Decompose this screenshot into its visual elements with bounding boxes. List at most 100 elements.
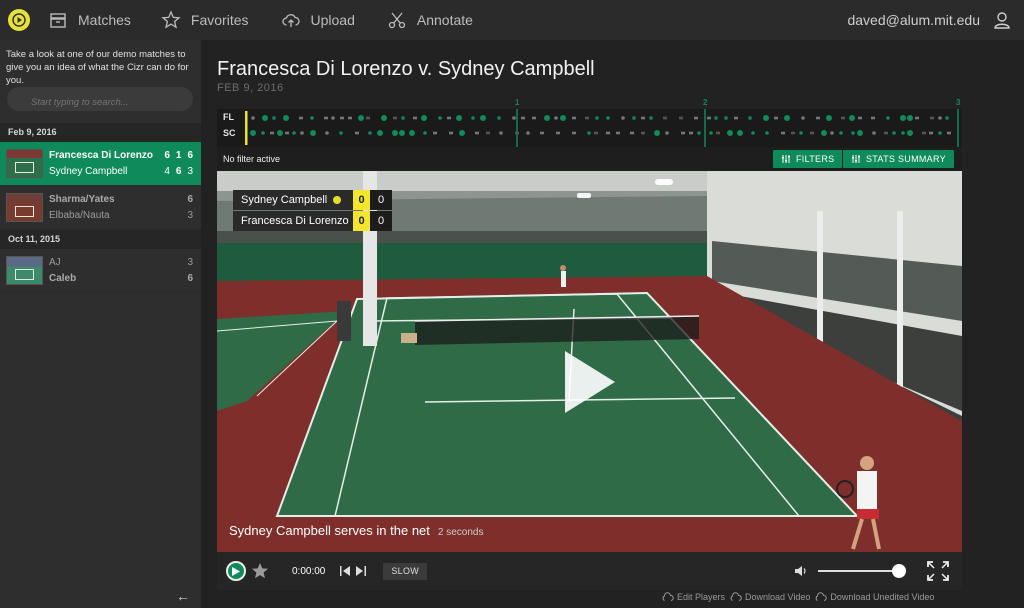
timeline-point-marker[interactable] [679,116,683,120]
collapse-sidebar-arrow-icon[interactable]: ← [176,588,190,604]
timeline-point-marker[interactable] [900,115,906,121]
timeline-point-marker[interactable] [283,115,289,121]
timeline-point-marker[interactable] [857,130,863,136]
timeline-point-marker[interactable] [447,116,451,120]
timeline-point-marker[interactable] [399,130,405,136]
timeline-point-marker[interactable] [810,131,814,135]
timeline-point-marker[interactable] [515,131,519,135]
timeline-track[interactable] [217,109,962,147]
timeline-point-marker[interactable] [272,116,276,120]
timeline-point-marker[interactable] [784,115,790,121]
timeline-point-marker[interactable] [751,131,755,135]
timeline-point-marker[interactable] [393,116,397,120]
timeline-point-marker[interactable] [449,131,453,135]
timeline-point-marker[interactable] [799,131,803,135]
timeline-point-marker[interactable] [480,115,486,121]
timeline-point-marker[interactable] [331,116,335,120]
timeline-point-marker[interactable] [497,116,501,120]
nav-upload[interactable]: Upload [281,10,355,30]
timeline-point-marker[interactable] [734,116,738,120]
timeline-point-marker[interactable] [540,131,544,135]
timeline-point-marker[interactable] [310,130,316,136]
timeline-point-marker[interactable] [556,131,560,135]
timeline-point-marker[interactable] [413,116,417,120]
timeline-point-marker[interactable] [689,131,693,135]
timeline-point-marker[interactable] [763,115,769,121]
timeline-point-marker[interactable] [781,131,785,135]
timeline-point-marker[interactable] [285,131,289,135]
timeline-point-marker[interactable] [251,116,255,120]
timeline-point-marker[interactable] [438,116,442,120]
timeline-point-marker[interactable] [821,130,827,136]
timeline-point-marker[interactable] [486,131,490,135]
timeline-point-marker[interactable] [901,131,905,135]
timeline-point-marker[interactable] [630,131,634,135]
timeline-point-marker[interactable] [886,116,890,120]
user-menu[interactable]: daved@alum.mit.edu [847,0,1012,40]
timeline-point-marker[interactable] [707,116,711,120]
timeline-point-marker[interactable] [456,115,462,121]
timeline-point-marker[interactable] [851,131,855,135]
timeline-point-marker[interactable] [884,131,888,135]
timeline-point-marker[interactable] [310,116,314,120]
timeline-point-marker[interactable] [270,131,274,135]
match-item-sharma-yates[interactable]: Sharma/Yates 6 Elbaba/Nauta 3 [0,186,201,230]
timeline-point-marker[interactable] [292,131,296,135]
timeline-point-marker[interactable] [716,131,720,135]
timeline-point-marker[interactable] [748,116,752,120]
timeline-point-marker[interactable] [947,131,951,135]
timeline-point-marker[interactable] [915,116,919,120]
download-unedited-video-link[interactable]: Download Unedited Video [814,592,934,602]
nav-favorites[interactable]: Favorites [161,10,249,30]
timeline-point-marker[interactable] [544,115,550,121]
timeline-point-marker[interactable] [475,131,479,135]
timeline-point-marker[interactable] [872,131,876,135]
timeline-point-marker[interactable] [324,116,328,120]
timeline-point-marker[interactable] [945,116,949,120]
timeline-point-marker[interactable] [765,131,769,135]
timeline-playhead[interactable] [245,111,248,145]
timeline-point-marker[interactable] [839,131,843,135]
timeline-point-marker[interactable] [801,116,805,120]
timeline-point-marker[interactable] [595,116,599,120]
timeline-point-marker[interactable] [381,115,387,121]
nav-annotate[interactable]: Annotate [387,10,473,30]
timeline-point-marker[interactable] [587,131,591,135]
timeline-point-marker[interactable] [616,131,620,135]
timeline-point-marker[interactable] [521,116,525,120]
timeline-point-marker[interactable] [348,116,352,120]
timeline-point-marker[interactable] [423,131,427,135]
timeline-point-marker[interactable] [930,116,934,120]
timeline-point-marker[interactable] [871,116,875,120]
timeline-point-marker[interactable] [572,116,576,120]
timeline-point-marker[interactable] [826,115,832,121]
timeline-point-marker[interactable] [585,116,589,120]
timeline-point-marker[interactable] [368,131,372,135]
timeline-point-marker[interactable] [358,115,364,121]
timeline-point-marker[interactable] [649,116,653,120]
timeline-point-marker[interactable] [340,116,344,120]
timeline-point-marker[interactable] [299,116,303,120]
timeline-point-marker[interactable] [938,131,942,135]
timeline-point-marker[interactable] [681,131,685,135]
timeline-point-marker[interactable] [339,131,343,135]
timeline-point-marker[interactable] [594,131,598,135]
timeline-point-marker[interactable] [512,116,516,120]
timeline-point-marker[interactable] [471,116,475,120]
timeline-point-marker[interactable] [401,116,405,120]
timeline-point-marker[interactable] [499,131,503,135]
download-video-link[interactable]: Download Video [729,592,810,602]
timeline-point-marker[interactable] [727,130,733,136]
timeline-point-marker[interactable] [922,131,926,135]
timeline-point-marker[interactable] [554,116,558,120]
play-button[interactable] [226,561,246,581]
filters-button[interactable]: FILTERS [773,150,843,168]
search-input[interactable] [7,87,193,111]
timeline-point-marker[interactable] [816,116,820,120]
timeline-point-marker[interactable] [849,115,855,121]
timeline-point-marker[interactable] [409,130,415,136]
timeline-point-marker[interactable] [907,130,913,136]
timeline-point-marker[interactable] [791,131,795,135]
timeline-point-marker[interactable] [697,131,701,135]
timeline-point-marker[interactable] [929,131,933,135]
